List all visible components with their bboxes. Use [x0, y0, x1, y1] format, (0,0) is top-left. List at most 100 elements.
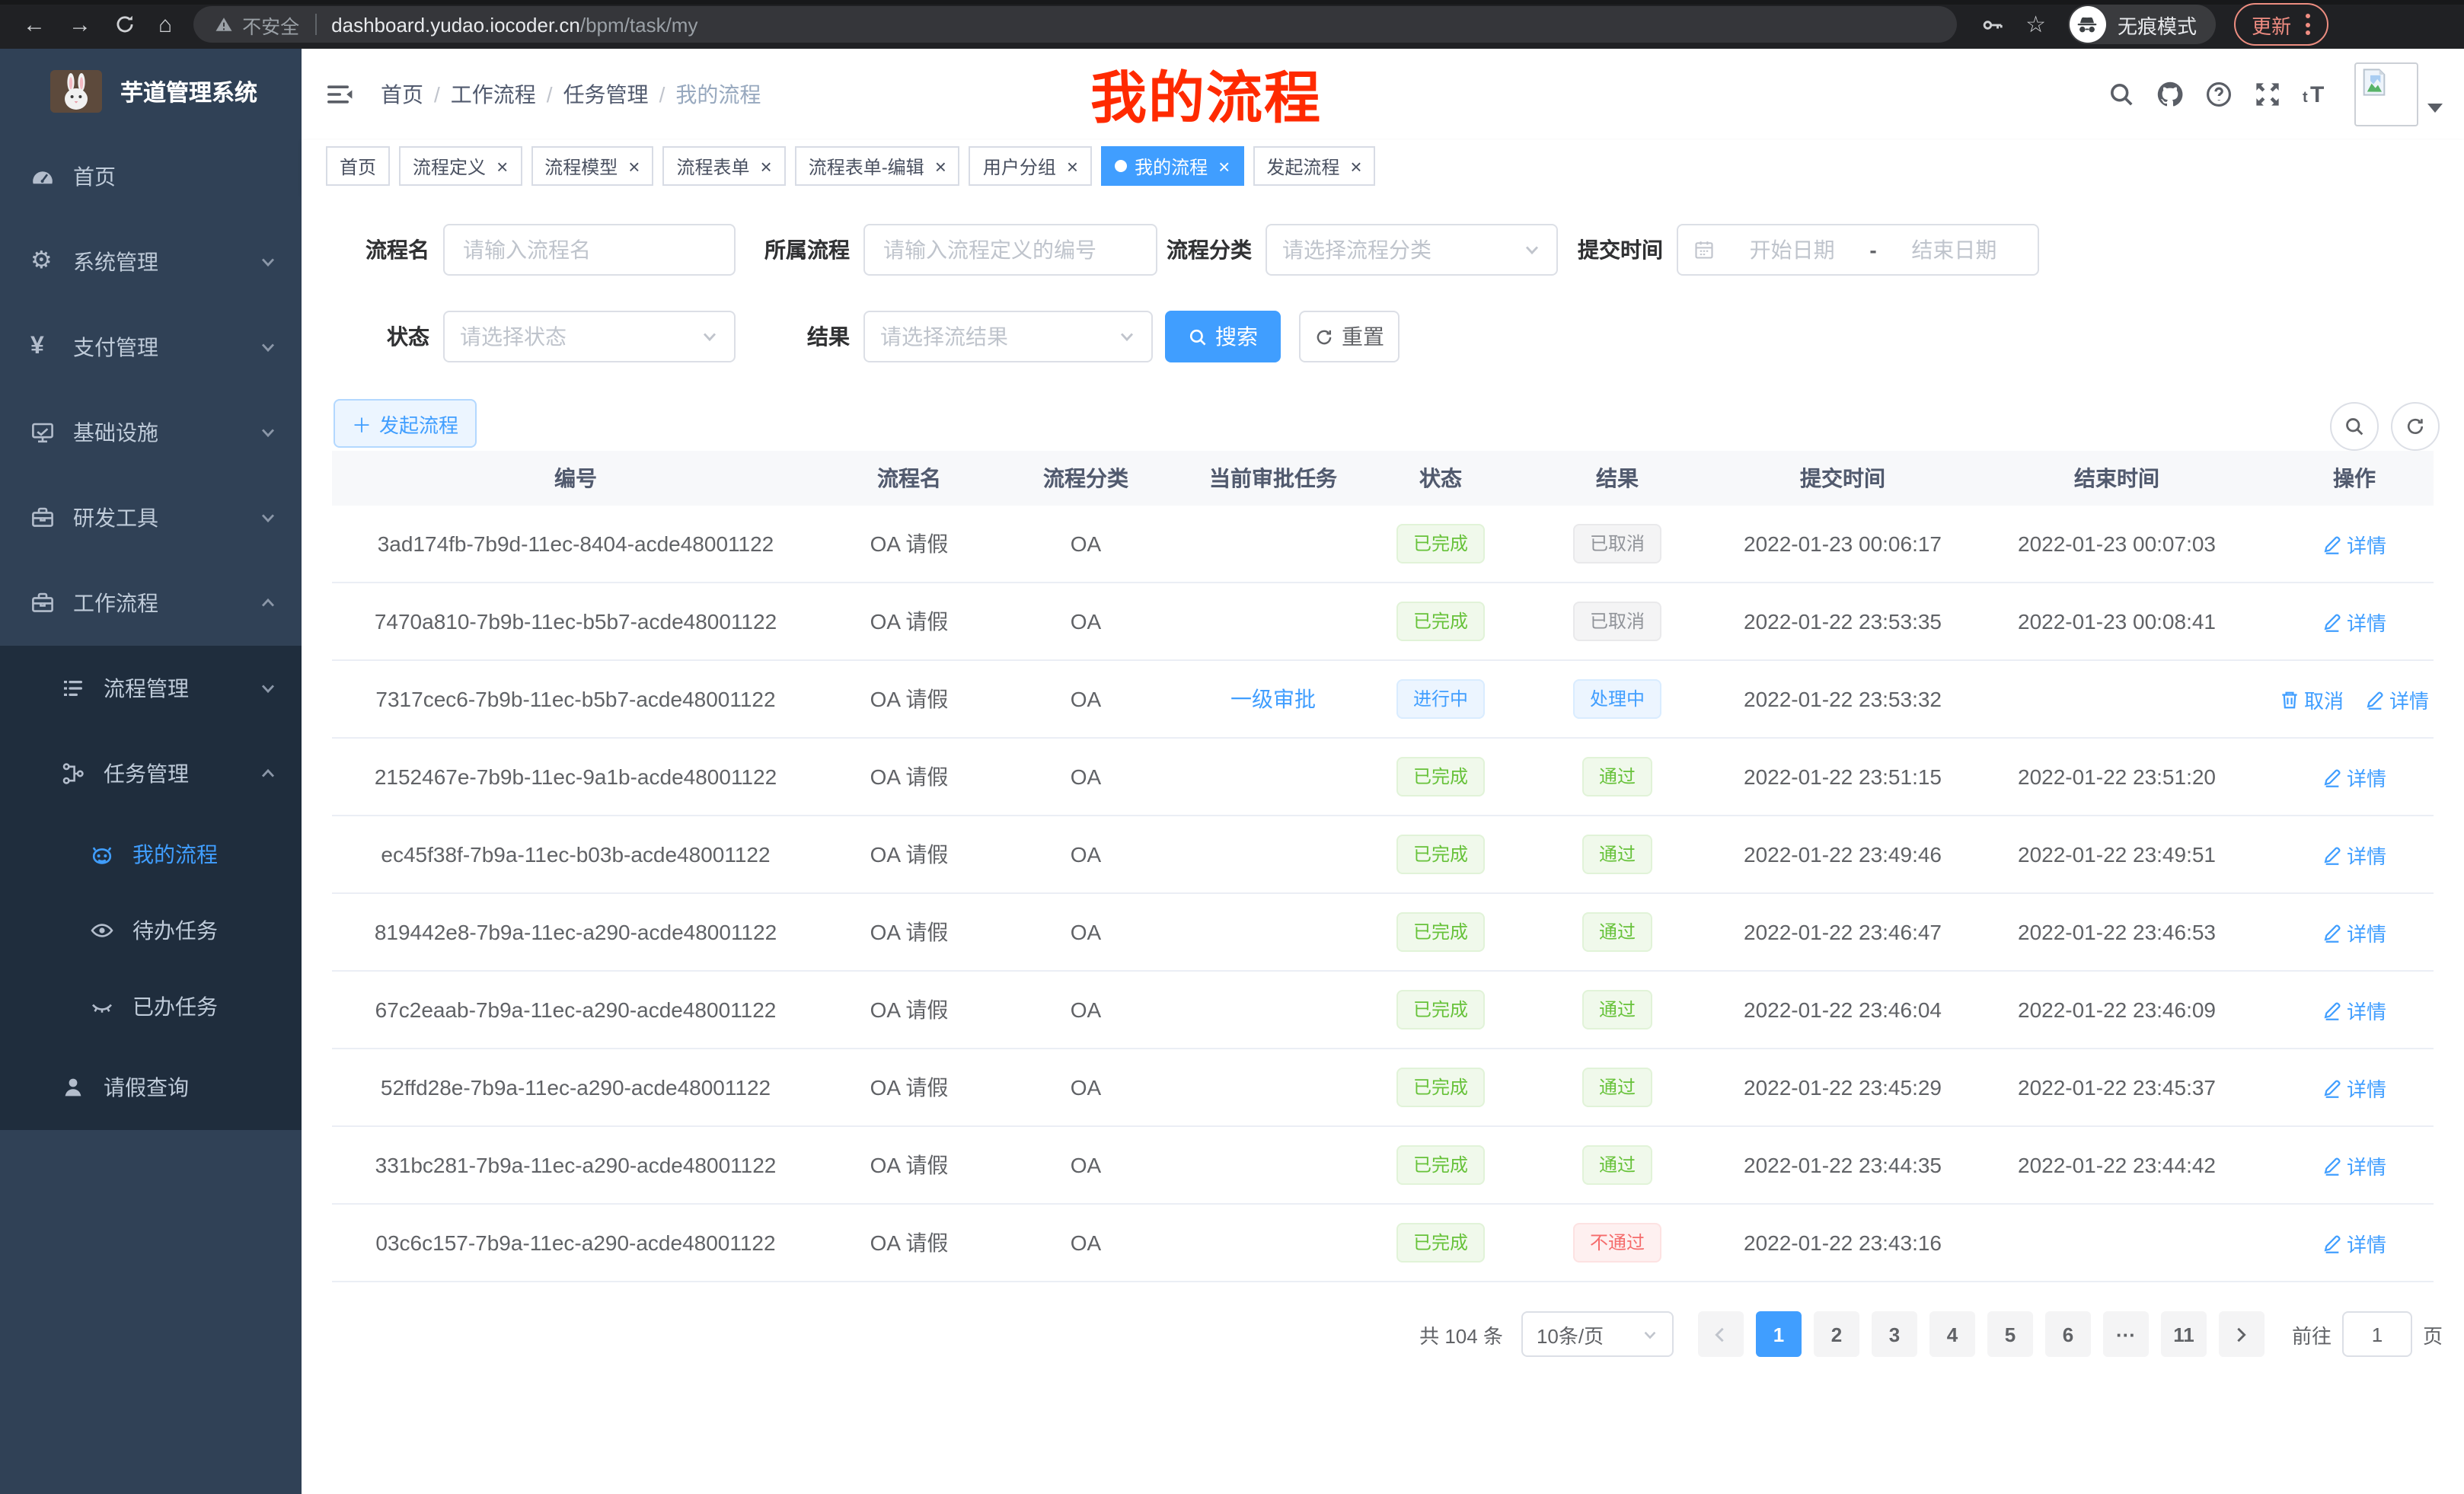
detail-action[interactable]: 详情 [2322, 529, 2386, 558]
browser-menu-icon[interactable] [2305, 14, 2309, 35]
tab-首页[interactable]: 首页 [326, 146, 390, 186]
detail-action[interactable]: 详情 [2322, 762, 2386, 791]
close-icon[interactable]: × [1350, 156, 1361, 176]
tab-用户分组[interactable]: 用户分组× [969, 146, 1092, 186]
password-key-icon[interactable] [1981, 13, 2004, 36]
detail-action[interactable]: 详情 [2322, 1151, 2386, 1180]
cell-name: OA 请假 [819, 684, 999, 714]
help-icon[interactable] [2205, 81, 2233, 108]
collapse-sidebar-icon[interactable] [326, 82, 353, 107]
table-search-toggle-icon[interactable] [2330, 402, 2379, 451]
sidebar-item-workflow[interactable]: 工作流程 [0, 560, 302, 646]
close-icon[interactable]: × [1067, 156, 1078, 176]
close-icon[interactable]: × [761, 156, 772, 176]
fullscreen-icon[interactable] [2254, 81, 2281, 108]
avatar-caret-down-icon[interactable] [2427, 104, 2443, 113]
prev-page-button[interactable] [1698, 1311, 1744, 1357]
detail-action[interactable]: 详情 [2322, 918, 2386, 947]
search-button[interactable]: 搜索 [1165, 311, 1281, 362]
bookmark-star-icon[interactable]: ☆ [2025, 11, 2046, 38]
screen: ← → ⌂ 不安全 dashboard.yudao.iocoder.cn/bpm… [0, 0, 2464, 1494]
cell-id: 3ad174fb-7b9d-11ec-8404-acde48001122 [332, 532, 819, 556]
next-page-button[interactable] [2219, 1311, 2265, 1357]
font-size-icon[interactable]: tT [2303, 81, 2330, 108]
cell-id: 67c2eaab-7b9a-11ec-a290-acde48001122 [332, 998, 819, 1022]
page-button-6[interactable]: 6 [2045, 1311, 2091, 1357]
back-icon[interactable]: ← [23, 13, 46, 36]
update-button[interactable]: 更新 [2233, 3, 2328, 46]
column-header: 结果 [1508, 463, 1727, 493]
cell-category: OA [999, 609, 1173, 634]
chevron-down-icon [259, 509, 277, 527]
close-icon[interactable]: × [1218, 156, 1230, 176]
reload-icon[interactable] [114, 14, 136, 35]
home-icon[interactable]: ⌂ [158, 13, 172, 36]
sidebar-item-todo-task[interactable]: 待办任务 [0, 892, 302, 969]
sidebar-item-process-mgmt[interactable]: 流程管理 [0, 646, 302, 731]
category-select[interactable]: 请选择流程分类 [1266, 224, 1558, 276]
tab-流程定义[interactable]: 流程定义× [399, 146, 522, 186]
sidebar-item-home[interactable]: 首页 [0, 134, 302, 219]
tab-流程表单-编辑[interactable]: 流程表单-编辑× [795, 146, 960, 186]
cell-end-time: 2022-01-22 23:45:37 [1958, 1075, 2275, 1100]
sidebar-item-done-task[interactable]: 已办任务 [0, 969, 302, 1045]
sidebar-item-system[interactable]: ⚙系统管理 [0, 219, 302, 305]
tab-流程模型[interactable]: 流程模型× [531, 146, 653, 186]
detail-action[interactable]: 详情 [2322, 1073, 2386, 1102]
sidebar-item-infra[interactable]: 基础设施 [0, 390, 302, 475]
detail-action[interactable]: 详情 [2322, 995, 2386, 1024]
cell-actions: 详情 [2275, 1151, 2434, 1180]
page-size-select[interactable]: 10条/页 [1521, 1311, 1674, 1357]
reset-button[interactable]: 重置 [1299, 311, 1400, 362]
cell-category: OA [999, 920, 1173, 944]
breadcrumb-item[interactable]: 首页 [381, 82, 423, 107]
chevron-down-icon [1118, 327, 1136, 346]
tab-流程表单[interactable]: 流程表单× [662, 146, 785, 186]
detail-action[interactable]: 详情 [2322, 607, 2386, 636]
breadcrumb-item[interactable]: 工作流程 [451, 82, 536, 107]
definition-input[interactable] [863, 224, 1157, 276]
result-select[interactable]: 请选择流结果 [863, 311, 1153, 362]
detail-action[interactable]: 详情 [2365, 685, 2429, 713]
cancel-action[interactable]: 取消 [2280, 685, 2344, 713]
tab-发起流程[interactable]: 发起流程× [1253, 146, 1375, 186]
page-button-2[interactable]: 2 [1814, 1311, 1859, 1357]
sidebar-item-task-mgmt[interactable]: 任务管理 [0, 731, 302, 816]
close-icon[interactable]: × [935, 156, 946, 176]
process-name-input[interactable] [443, 224, 736, 276]
detail-action[interactable]: 详情 [2322, 840, 2386, 869]
close-icon[interactable]: × [628, 156, 640, 176]
cell-result: 通过 [1508, 757, 1727, 796]
search-icon[interactable] [2108, 81, 2135, 108]
page-button-4[interactable]: 4 [1929, 1311, 1975, 1357]
create-process-button[interactable]: ＋ 发起流程 [334, 399, 477, 448]
forward-icon[interactable]: → [69, 13, 91, 36]
date-range-picker[interactable]: 开始日期 - 结束日期 [1677, 224, 2039, 276]
page-button-5[interactable]: 5 [1987, 1311, 2033, 1357]
page-button-11[interactable]: 11 [2161, 1311, 2207, 1357]
goto-page-input[interactable] [2342, 1311, 2412, 1357]
sidebar-item-leave-query[interactable]: 请假查询 [0, 1045, 302, 1130]
close-icon[interactable]: × [496, 156, 508, 176]
sidebar-item-devtools[interactable]: 研发工具 [0, 475, 302, 560]
page-button-1[interactable]: 1 [1756, 1311, 1802, 1357]
sidebar-item-payment[interactable]: ¥支付管理 [0, 305, 302, 390]
sidebar-item-my-process[interactable]: 我的流程 [0, 816, 302, 892]
table-refresh-icon[interactable] [2391, 402, 2440, 451]
page-button-3[interactable]: 3 [1872, 1311, 1917, 1357]
table-row: 7317cec6-7b9b-11ec-b5b7-acde48001122OA 请… [332, 661, 2434, 739]
app-logo[interactable]: 芋道管理系统 [0, 49, 302, 134]
browser-chrome: ← → ⌂ 不安全 dashboard.yudao.iocoder.cn/bpm… [0, 0, 2464, 49]
breadcrumb-item[interactable]: 任务管理 [563, 82, 649, 107]
status-select[interactable]: 请选择状态 [443, 311, 736, 362]
chevron-down-icon [701, 327, 719, 346]
detail-action[interactable]: 详情 [2322, 1228, 2386, 1257]
avatar[interactable] [2354, 62, 2418, 126]
task-link[interactable]: 一级审批 [1230, 684, 1316, 714]
tab-我的流程[interactable]: 我的流程× [1101, 146, 1243, 186]
page-ellipsis[interactable]: ··· [2103, 1311, 2149, 1357]
cell-end-time: 2022-01-23 00:07:03 [1958, 532, 2275, 556]
status-badge: 已完成 [1396, 835, 1485, 874]
url-bar[interactable]: 不安全 dashboard.yudao.iocoder.cn/bpm/task/… [193, 6, 1957, 43]
github-icon[interactable] [2156, 81, 2184, 108]
